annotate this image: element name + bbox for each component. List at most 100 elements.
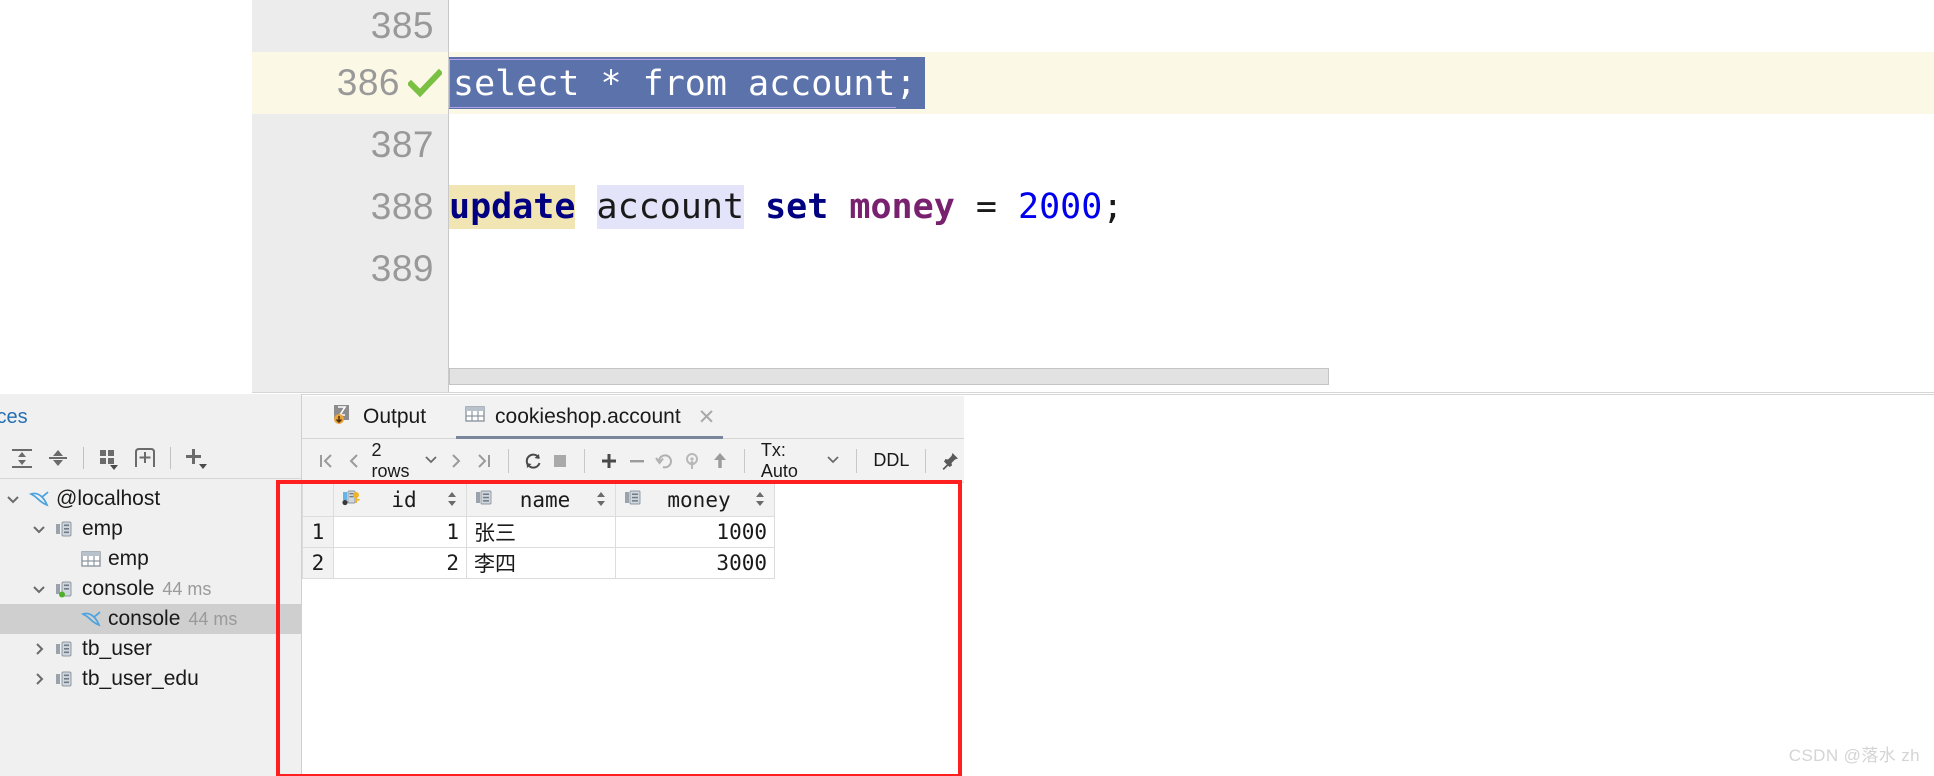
- toolbar-separator: [925, 448, 927, 473]
- sort-toggle-icon[interactable]: [595, 490, 607, 511]
- datasource-icon: [52, 670, 78, 688]
- gutter-line[interactable]: 388: [252, 176, 448, 238]
- ddl-button[interactable]: DDL: [867, 450, 915, 471]
- selected-statement[interactable]: select * from account;: [449, 57, 925, 109]
- new-tab-icon[interactable]: [127, 441, 163, 475]
- gutter-line-executed[interactable]: 386: [252, 52, 448, 114]
- tab-cookieshop-account[interactable]: cookieshop.account ✕: [456, 396, 724, 439]
- code-line-blank[interactable]: [449, 0, 1934, 52]
- revert-selected-icon[interactable]: [678, 445, 706, 477]
- add-row-button[interactable]: [595, 445, 623, 477]
- add-icon[interactable]: [178, 441, 214, 475]
- table-icon: [78, 550, 104, 568]
- tree-item-localhost[interactable]: @localhost: [0, 484, 302, 514]
- column-header-id[interactable]: id: [333, 483, 467, 517]
- tab-label: Output: [363, 405, 427, 428]
- last-page-button[interactable]: [470, 445, 498, 477]
- gutter-line[interactable]: 385: [252, 0, 448, 52]
- code-line-select[interactable]: select * from account;: [449, 52, 1934, 114]
- tree-item-label: tb_user: [82, 637, 153, 660]
- tab-output[interactable]: Output: [324, 396, 434, 439]
- revert-icon[interactable]: [651, 445, 679, 477]
- collapse-all-icon[interactable]: [40, 441, 76, 475]
- first-page-button[interactable]: [312, 445, 340, 477]
- column-header-money[interactable]: money: [615, 483, 775, 517]
- toolbar-separator: [743, 448, 745, 473]
- next-page-button[interactable]: [442, 445, 470, 477]
- column-header-name[interactable]: name: [466, 483, 616, 517]
- statement-terminator: ;: [895, 63, 917, 103]
- editor-code-area[interactable]: select * from account; update account se…: [449, 0, 1934, 393]
- column-name: id: [391, 488, 417, 512]
- watermark: CSDN @落水 zh: [1788, 746, 1920, 765]
- token-set-keyword: set: [765, 187, 829, 227]
- line-number: 387: [370, 124, 434, 165]
- cell-id[interactable]: 1: [333, 516, 467, 548]
- cell-name[interactable]: 张三: [466, 516, 616, 548]
- tree-item-label: @localhost: [56, 487, 161, 510]
- stop-icon[interactable]: [546, 445, 574, 477]
- delete-row-button[interactable]: [623, 445, 651, 477]
- grid-filler-cell: [774, 547, 964, 579]
- cell-id[interactable]: 2: [333, 547, 467, 579]
- editor-bottom-divider: [252, 392, 1934, 393]
- cell-money[interactable]: 1000: [615, 516, 775, 548]
- group-by-icon[interactable]: [91, 441, 127, 475]
- datasource-icon: [52, 520, 78, 538]
- chevron-down-icon[interactable]: [26, 521, 52, 537]
- tree-item-label: console: [82, 577, 155, 600]
- toolbar-separator: [507, 448, 509, 473]
- selected-statement-text: select * from account: [449, 58, 896, 108]
- tree-item-tb-user[interactable]: tb_user: [0, 634, 302, 664]
- cell-name[interactable]: 李四: [466, 547, 616, 579]
- expand-all-icon[interactable]: [4, 441, 40, 475]
- tree-item-duration: 44 ms: [188, 608, 238, 629]
- transaction-mode-selector[interactable]: Tx: Auto: [755, 440, 847, 482]
- pin-icon[interactable]: [936, 445, 964, 477]
- code-line-update[interactable]: update account set money = 2000;: [449, 176, 1934, 238]
- results-grid-container[interactable]: id name money 1 1 张三 1000 2 2 李四 3000: [302, 483, 964, 579]
- close-icon[interactable]: ✕: [698, 405, 716, 430]
- database-tree: @localhost emp emp console 44 ms console…: [0, 484, 302, 694]
- reload-icon[interactable]: [519, 445, 547, 477]
- chevron-down-icon[interactable]: [424, 450, 438, 471]
- check-mark-icon: [406, 68, 444, 98]
- chevron-down-icon[interactable]: [826, 450, 840, 471]
- results-tab-bar: Output cookieshop.account ✕: [302, 396, 964, 439]
- code-line-blank[interactable]: [449, 238, 1934, 300]
- submit-button[interactable]: [706, 445, 734, 477]
- chevron-down-icon[interactable]: [0, 491, 26, 507]
- table-row[interactable]: 1 1 张三 1000: [302, 516, 964, 548]
- editor-line-number-gutter[interactable]: 385 386 387 388 389: [252, 0, 449, 393]
- tree-item-emp-table[interactable]: emp: [0, 544, 302, 574]
- tree-item-duration: 44 ms: [162, 578, 212, 599]
- column-icon: [624, 488, 644, 512]
- chevron-right-icon[interactable]: [26, 671, 52, 687]
- table-row[interactable]: 2 2 李四 3000: [302, 547, 964, 579]
- gutter-line[interactable]: 387: [252, 114, 448, 176]
- column-name: name: [519, 488, 571, 512]
- chevron-right-icon[interactable]: [26, 641, 52, 657]
- sort-toggle-icon[interactable]: [754, 490, 766, 511]
- chevron-down-icon[interactable]: [26, 581, 52, 597]
- grid-header-row: id name money: [302, 483, 964, 517]
- gutter-line[interactable]: 389: [252, 238, 448, 300]
- previous-page-button[interactable]: [340, 445, 368, 477]
- tree-item-console-selected[interactable]: console 44 ms: [0, 604, 302, 634]
- toolbar-separator: [856, 448, 858, 473]
- editor-horizontal-scrollbar[interactable]: [449, 368, 1329, 385]
- tree-item-emp-schema[interactable]: emp: [0, 514, 302, 544]
- tree-item-tb-user-edu[interactable]: tb_user_edu: [0, 664, 302, 694]
- tree-item-console-schema[interactable]: console 44 ms: [0, 574, 302, 604]
- sort-toggle-icon[interactable]: [446, 490, 458, 511]
- row-number-header[interactable]: [302, 483, 334, 517]
- token-column-money: money: [849, 187, 955, 227]
- results-grid: id name money 1 1 张三 1000 2 2 李四 3000: [302, 483, 964, 579]
- line-number: 385: [370, 5, 434, 46]
- cell-money[interactable]: 3000: [615, 547, 775, 579]
- tree-item-label: emp: [82, 517, 123, 540]
- screen-root: 385 386 387 388 389 select * from accoun…: [0, 0, 1934, 776]
- row-count-selector[interactable]: 2 rows: [368, 440, 443, 482]
- code-line-blank[interactable]: [449, 114, 1934, 176]
